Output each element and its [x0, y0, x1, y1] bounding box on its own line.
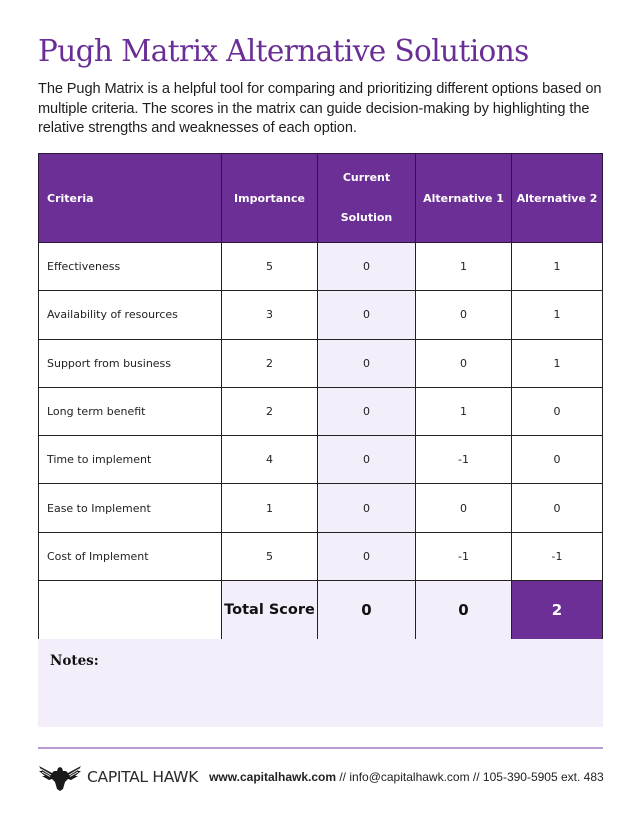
alternative-1-cell: 0	[415, 338, 512, 388]
importance-cell: 2	[221, 386, 318, 437]
criteria-cell: Long term benefit	[38, 386, 222, 437]
total-current-solution: 0	[317, 580, 416, 641]
pugh-matrix-table: Criteria Importance Current Solution Alt…	[38, 153, 603, 641]
current-solution-cell: 0	[317, 386, 416, 437]
criteria-cell: Support from business	[38, 338, 222, 388]
footer-divider	[38, 747, 603, 749]
current-solution-cell: 0	[317, 483, 416, 533]
alternative-1-cell: 1	[415, 386, 512, 437]
column-header-alternative-1: Alternative 1	[415, 153, 512, 243]
website-link[interactable]: www.capitalhawk.com	[209, 770, 336, 784]
table-row: Effectiveness 5 0 1 1	[38, 241, 603, 292]
total-score-label: Total Score	[221, 580, 318, 641]
importance-cell: 2	[221, 338, 318, 388]
importance-cell: 4	[221, 435, 318, 485]
criteria-cell: Ease to Implement	[38, 483, 222, 533]
hawk-logo-icon	[39, 766, 81, 791]
column-header-current-line1: Current	[342, 171, 391, 184]
table-row: Time to implement 4 0 -1 0	[38, 435, 603, 485]
alternative-1-cell: 1	[415, 241, 512, 292]
notes-box: Notes:	[38, 639, 603, 727]
alternative-2-cell: 0	[511, 386, 603, 437]
table-row: Ease to Implement 1 0 0 0	[38, 483, 603, 533]
criteria-cell: Effectiveness	[38, 241, 222, 292]
total-alternative-1: 0	[415, 580, 512, 641]
intro-paragraph: The Pugh Matrix is a helpful tool for co…	[38, 81, 602, 136]
alternative-1-cell: 0	[415, 290, 512, 340]
alternative-1-cell: 0	[415, 483, 512, 533]
alternative-2-cell: 0	[511, 435, 603, 485]
importance-cell: 5	[221, 241, 318, 292]
criteria-cell: Cost of Implement	[38, 531, 222, 582]
importance-cell: 1	[221, 483, 318, 533]
alternative-2-cell: 1	[511, 338, 603, 388]
criteria-cell: Time to implement	[38, 435, 222, 485]
table-row: Long term benefit 2 0 1 0	[38, 386, 603, 437]
table-row: Support from business 2 0 0 1	[38, 338, 603, 388]
alternative-2-cell: -1	[511, 531, 603, 582]
current-solution-cell: 0	[317, 290, 416, 340]
contact-info: www.capitalhawk.com // info@capitalhawk.…	[209, 770, 604, 784]
total-score-row: Total Score 0 0 2	[38, 580, 603, 641]
table-row: Cost of Implement 5 0 -1 -1	[38, 531, 603, 582]
column-header-current-solution: Current Solution	[317, 153, 416, 243]
alternative-1-cell: -1	[415, 435, 512, 485]
column-header-criteria: Criteria	[38, 153, 222, 243]
contact-details: // info@capitalhawk.com // 105-390-5905 …	[336, 770, 604, 784]
importance-cell: 3	[221, 290, 318, 340]
page-title: Pugh Matrix Alternative Solutions	[38, 34, 529, 68]
alternative-2-cell: 1	[511, 290, 603, 340]
notes-label: Notes:	[50, 653, 99, 669]
footer: CAPITAL HAWK www.capitalhawk.com // info…	[38, 762, 608, 792]
table-row: Availability of resources 3 0 0 1	[38, 290, 603, 340]
alternative-2-cell: 1	[511, 241, 603, 292]
total-alternative-2: 2	[511, 580, 603, 641]
importance-cell: 5	[221, 531, 318, 582]
alternative-2-cell: 0	[511, 483, 603, 533]
current-solution-cell: 0	[317, 435, 416, 485]
total-empty-cell	[38, 580, 222, 641]
alternative-1-cell: -1	[415, 531, 512, 582]
column-header-importance: Importance	[221, 153, 318, 243]
current-solution-cell: 0	[317, 338, 416, 388]
current-solution-cell: 0	[317, 531, 416, 582]
column-header-current-line2: Solution	[340, 211, 393, 224]
column-header-alternative-2: Alternative 2	[511, 153, 603, 243]
brand-name: CAPITAL HAWK	[87, 768, 199, 786]
table-header-row: Criteria Importance Current Solution Alt…	[38, 153, 603, 243]
criteria-cell: Availability of resources	[38, 290, 222, 340]
current-solution-cell: 0	[317, 241, 416, 292]
